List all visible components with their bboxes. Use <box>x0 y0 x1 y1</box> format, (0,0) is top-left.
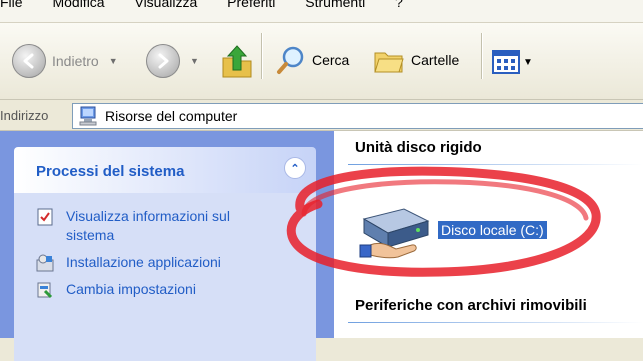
menu-preferiti[interactable]: Preferiti <box>227 0 275 10</box>
system-tasks-title: Processi del sistema <box>36 163 185 180</box>
back-dropdown-icon[interactable]: ▼ <box>109 56 118 66</box>
menu-strumenti[interactable]: Strumenti <box>305 0 365 10</box>
group-divider <box>348 164 643 165</box>
forward-button[interactable]: ▼ <box>146 44 199 78</box>
add-remove-programs-icon <box>36 254 54 272</box>
task-pane: Processi del sistema ⌃ Visualizza inform… <box>0 131 334 361</box>
back-arrow-icon <box>12 44 46 78</box>
group-divider <box>348 322 643 323</box>
drive-local-c[interactable]: Disco locale (C:) <box>356 199 548 261</box>
group-hard-disks-heading: Unità disco rigido <box>355 139 482 156</box>
menu-file[interactable]: File <box>0 0 23 10</box>
collapse-chevron-icon[interactable]: ⌃ <box>284 157 306 179</box>
forward-arrow-icon <box>146 44 180 78</box>
menu-help[interactable]: ? <box>395 0 403 10</box>
views-icon <box>492 50 520 74</box>
address-bar: Indirizzo Risorse del computer <box>0 100 643 131</box>
drive-label: Disco locale (C:) <box>437 220 548 240</box>
address-value: Risorse del computer <box>105 108 238 124</box>
folders-icon <box>374 52 404 73</box>
folders-button[interactable]: Cartelle <box>373 45 459 75</box>
system-tasks-list: Visualizza informazioni sul sistema Inst… <box>14 193 316 361</box>
menu-modifica[interactable]: Modifica <box>52 0 104 10</box>
menu-visualizza[interactable]: Visualizza <box>134 0 197 10</box>
toolbar: Indietro ▼ ▼ Cerca Cartelle ▼ <box>0 23 643 100</box>
up-folder-icon <box>222 45 252 78</box>
views-button[interactable]: ▼ <box>492 50 533 74</box>
menu-bar: File Modifica Visualizza Preferiti Strum… <box>0 0 643 23</box>
search-label: Cerca <box>312 52 350 68</box>
task-view-system-info-label: Visualizza informazioni sul sistema <box>66 208 230 243</box>
control-panel-icon <box>37 282 53 299</box>
address-field[interactable]: Risorse del computer <box>72 103 643 129</box>
group-removable-heading: Periferiche con archivi rimovibili <box>355 297 587 314</box>
task-add-remove-programs-label: Installazione applicazioni <box>66 254 221 270</box>
hard-drive-icon <box>359 208 430 259</box>
system-tasks-header[interactable]: Processi del sistema ⌃ <box>14 147 316 193</box>
address-label: Indirizzo <box>0 108 49 123</box>
task-view-system-info[interactable]: Visualizza informazioni sul sistema <box>36 207 316 245</box>
system-tasks-box: Processi del sistema ⌃ Visualizza inform… <box>14 147 316 361</box>
views-dropdown-icon[interactable]: ▼ <box>523 57 533 68</box>
task-change-settings[interactable]: Cambia impostazioni <box>36 280 316 299</box>
content-pane: Unità disco rigido Disco locale (C:) Per… <box>334 131 643 338</box>
task-add-remove-programs[interactable]: Installazione applicazioni <box>36 253 316 272</box>
back-label: Indietro <box>52 53 99 69</box>
toolbar-separator <box>261 33 263 79</box>
task-change-settings-label: Cambia impostazioni <box>66 281 196 297</box>
search-button[interactable]: Cerca <box>276 45 349 75</box>
computer-icon <box>79 106 97 126</box>
forward-dropdown-icon[interactable]: ▼ <box>190 56 199 66</box>
up-button[interactable] <box>220 42 254 80</box>
back-button[interactable]: Indietro ▼ <box>12 44 118 78</box>
system-info-icon <box>37 208 53 226</box>
search-icon <box>277 46 304 74</box>
toolbar-separator <box>481 33 483 79</box>
folders-label: Cartelle <box>411 52 460 68</box>
